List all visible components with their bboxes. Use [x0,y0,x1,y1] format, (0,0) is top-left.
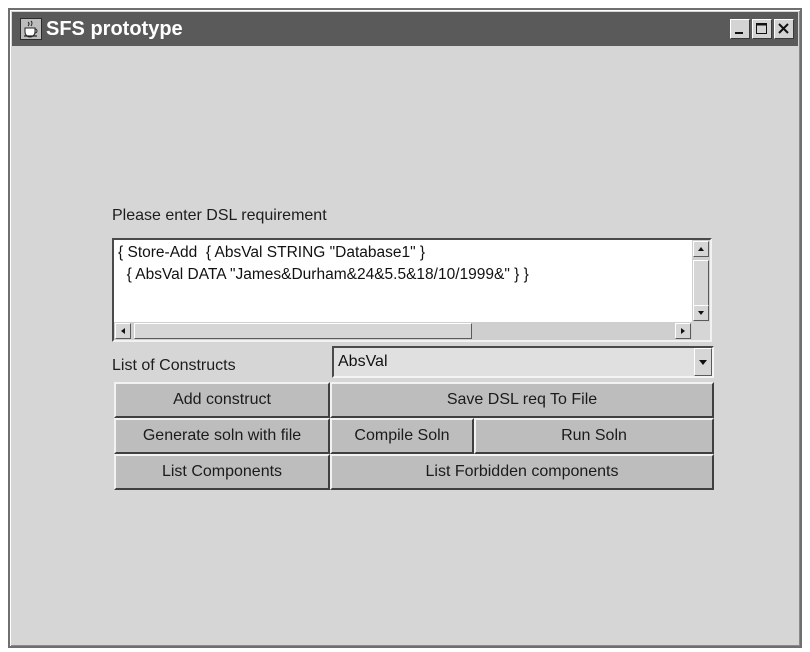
requirement-line-1: { Store-Add { AbsVal STRING "Database1" … [118,244,426,261]
title-bar[interactable]: SFS prototype [12,12,798,46]
java-cup-icon[interactable] [20,18,42,40]
constructs-dropdown[interactable]: AbsVal [332,346,714,378]
run-soln-button[interactable]: Run Soln [474,418,714,454]
list-components-button[interactable]: List Components [114,454,330,490]
compile-soln-button[interactable]: Compile Soln [330,418,474,454]
generate-soln-button[interactable]: Generate soln with file [114,418,330,454]
list-forbidden-button[interactable]: List Forbidden components [330,454,714,490]
vertical-scrollbar[interactable] [692,240,710,322]
window-title: SFS prototype [46,18,183,40]
app-window: SFS prototype Please enter DSL requireme… [8,8,802,648]
add-construct-button[interactable]: Add construct [114,382,330,418]
requirement-line-2: { AbsVal DATA "James&Durham&24&5.5&18/10… [118,266,529,283]
maximize-icon[interactable] [752,19,772,39]
scroll-corner [692,322,710,340]
requirement-textarea[interactable]: { Store-Add { AbsVal STRING "Database1" … [112,238,712,342]
horizontal-scrollbar[interactable] [114,322,692,340]
scroll-left-icon[interactable] [115,323,131,339]
close-icon[interactable] [774,19,794,39]
vertical-scroll-thumb[interactable] [693,260,709,310]
requirement-text[interactable]: { Store-Add { AbsVal STRING "Database1" … [118,242,690,320]
scroll-down-icon[interactable] [693,305,709,321]
scroll-right-icon[interactable] [675,323,691,339]
horizontal-scroll-thumb[interactable] [134,323,472,339]
minimize-icon[interactable] [730,19,750,39]
scroll-up-icon[interactable] [693,241,709,257]
save-dsl-button[interactable]: Save DSL req To File [330,382,714,418]
requirement-label: Please enter DSL requirement [112,207,327,224]
chevron-down-icon[interactable] [694,348,712,376]
constructs-label: List of Constructs [112,357,236,374]
constructs-selected-value: AbsVal [338,353,388,370]
